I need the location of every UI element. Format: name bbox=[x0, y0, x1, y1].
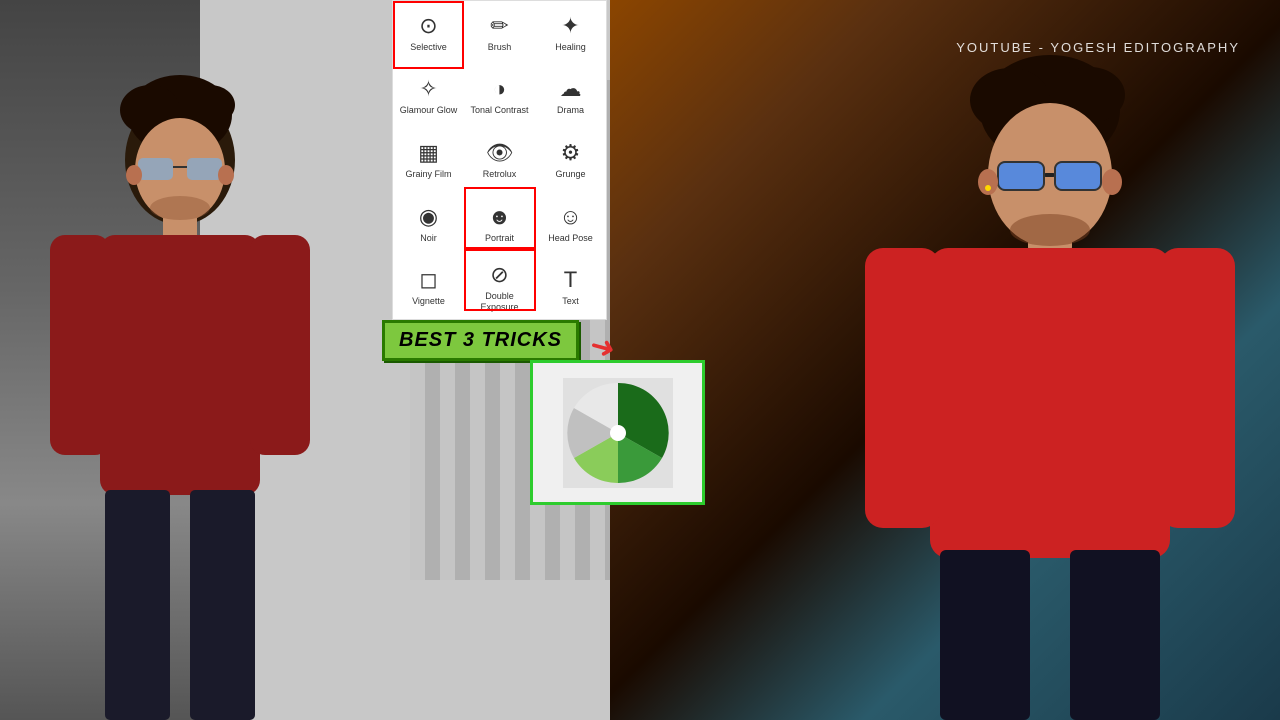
color-wheel-area bbox=[530, 360, 705, 505]
tool-selective[interactable]: ⊙ Selective bbox=[393, 1, 464, 65]
vignette-icon: ◻ bbox=[419, 267, 437, 293]
retrolux-label: Retrolux bbox=[483, 169, 517, 180]
person-right-figure bbox=[850, 20, 1250, 720]
head-pose-icon: ☺ bbox=[559, 204, 581, 230]
brush-label: Brush bbox=[488, 42, 512, 53]
text-icon: T bbox=[564, 267, 577, 293]
best-tricks-banner: BEST 3 TRICKS bbox=[382, 320, 579, 361]
glamour-glow-label: Glamour Glow bbox=[400, 105, 458, 116]
tool-tonal-contrast[interactable]: ◑ Tonal Contrast bbox=[464, 65, 535, 129]
grunge-label: Grunge bbox=[555, 169, 585, 180]
glamour-glow-icon: ✧ bbox=[419, 76, 437, 102]
grainy-film-icon: ▦ bbox=[418, 140, 439, 166]
double-exposure-icon: ⊘ bbox=[490, 262, 508, 288]
tool-grunge[interactable]: ⚙ Grunge bbox=[535, 128, 606, 192]
vignette-label: Vignette bbox=[412, 296, 445, 307]
tool-retrolux[interactable]: 👁 Retrolux bbox=[464, 128, 535, 192]
person-left-figure bbox=[30, 40, 330, 720]
selective-icon: ⊙ bbox=[419, 13, 437, 39]
head-pose-label: Head Pose bbox=[548, 233, 593, 244]
tool-glamour-glow[interactable]: ✧ Glamour Glow bbox=[393, 65, 464, 129]
tool-vignette[interactable]: ◻ Vignette bbox=[393, 255, 464, 319]
color-wheel-svg bbox=[563, 378, 673, 488]
tool-portrait[interactable]: ☻ Portrait bbox=[464, 192, 535, 256]
tool-double-exposure[interactable]: ⊘ Double Exposure bbox=[464, 255, 535, 319]
grainy-film-label: Grainy Film bbox=[405, 169, 451, 180]
healing-icon: ✦ bbox=[561, 13, 579, 39]
selective-label: Selective bbox=[410, 42, 447, 53]
double-exposure-label: Double Exposure bbox=[466, 291, 533, 313]
healing-label: Healing bbox=[555, 42, 586, 53]
noir-label: Noir bbox=[420, 233, 437, 244]
text-label: Text bbox=[562, 296, 579, 307]
tool-text[interactable]: T Text bbox=[535, 255, 606, 319]
main-container: ⊙ Selective ✏ Brush ✦ Healing ✧ Glamour … bbox=[0, 0, 1280, 720]
tool-noir[interactable]: ◉ Noir bbox=[393, 192, 464, 256]
brush-icon: ✏ bbox=[490, 13, 508, 39]
tonal-contrast-icon: ◑ bbox=[493, 76, 506, 102]
retrolux-icon: 👁 bbox=[486, 140, 514, 166]
tool-head-pose[interactable]: ☺ Head Pose bbox=[535, 192, 606, 256]
portrait-label: Portrait bbox=[485, 233, 514, 244]
drama-icon: ☁ bbox=[560, 76, 582, 102]
tool-brush[interactable]: ✏ Brush bbox=[464, 1, 535, 65]
watermark-text: YOUTUBE - YOGESH EDITOGRAPHY bbox=[956, 40, 1240, 55]
tonal-contrast-label: Tonal Contrast bbox=[470, 105, 528, 116]
noir-icon: ◉ bbox=[419, 204, 438, 230]
right-photo-panel: YOUTUBE - YOGESH EDITOGRAPHY bbox=[610, 0, 1280, 720]
tool-drama[interactable]: ☁ Drama bbox=[535, 65, 606, 129]
portrait-icon: ☻ bbox=[488, 204, 511, 230]
drama-label: Drama bbox=[557, 105, 584, 116]
tool-healing[interactable]: ✦ Healing bbox=[535, 1, 606, 65]
tool-grainy-film[interactable]: ▦ Grainy Film bbox=[393, 128, 464, 192]
toolbar-panel: ⊙ Selective ✏ Brush ✦ Healing ✧ Glamour … bbox=[392, 0, 607, 320]
grunge-icon: ⚙ bbox=[561, 140, 581, 166]
